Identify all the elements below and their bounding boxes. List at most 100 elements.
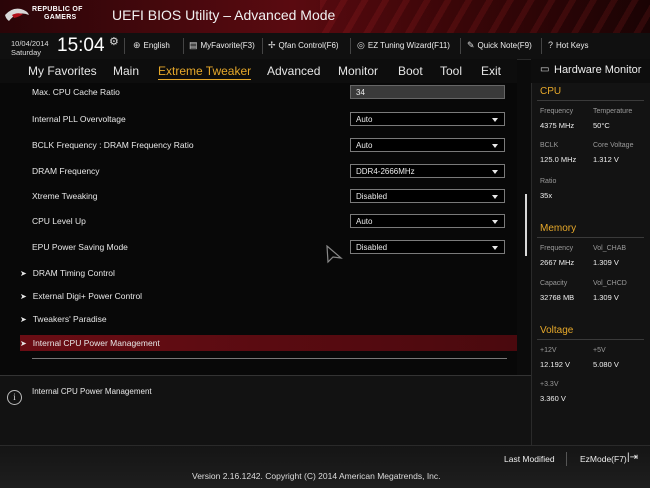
cpu-frequency-value: 4375 MHz bbox=[540, 121, 575, 130]
settings-panel bbox=[0, 83, 517, 375]
vol-chcd-label: Vol_CHCD bbox=[593, 280, 627, 287]
ratio-label: Ratio bbox=[540, 178, 557, 185]
tab-tool[interactable]: Tool bbox=[440, 64, 462, 78]
ez-tuning-wizard-button[interactable]: ◎ EZ Tuning Wizard(F11) bbox=[357, 40, 450, 51]
vol-chab-label: Vol_CHAB bbox=[593, 245, 627, 252]
monitor-icon: ▭ bbox=[540, 64, 550, 75]
globe-icon: ⊕ bbox=[133, 40, 141, 50]
chevron-right-icon: ➤ bbox=[20, 315, 27, 324]
internal-pll-overvoltage-select[interactable]: Auto bbox=[350, 112, 505, 126]
submenu-tweakers-paradise[interactable]: ➤ Tweakers' Paradise bbox=[20, 314, 107, 324]
setting-label: Max. CPU Cache Ratio bbox=[32, 87, 120, 97]
max-cpu-cache-ratio-input[interactable]: 34 bbox=[350, 85, 505, 99]
favorite-icon: ▤ bbox=[189, 40, 198, 50]
chevron-right-icon: ➤ bbox=[20, 339, 27, 348]
submenu-dram-timing-control[interactable]: ➤ DRAM Timing Control bbox=[20, 268, 115, 278]
hardware-monitor-title: Hardware Monitor bbox=[554, 64, 642, 76]
quick-note-button[interactable]: ✎ Quick Note(F9) bbox=[467, 40, 532, 51]
tab-exit[interactable]: Exit bbox=[481, 64, 501, 78]
wizard-icon: ◎ bbox=[357, 40, 365, 50]
rog-logo-icon bbox=[5, 8, 29, 21]
chevron-down-icon bbox=[492, 246, 498, 250]
cpu-temperature-label: Temperature bbox=[593, 108, 633, 115]
date-display: 10/04/2014 bbox=[11, 39, 49, 48]
v12-value: 12.192 V bbox=[540, 360, 571, 369]
submenu-internal-cpu-power-management[interactable]: ➤ Internal CPU Power Management bbox=[20, 338, 160, 348]
tab-boot[interactable]: Boot bbox=[398, 64, 423, 78]
core-voltage-value: 1.312 V bbox=[593, 155, 619, 164]
capacity-value: 32768 MB bbox=[540, 293, 575, 302]
v33-label: +3.3V bbox=[540, 381, 559, 388]
mouse-cursor-icon bbox=[326, 245, 343, 264]
note-icon: ✎ bbox=[467, 40, 475, 50]
separator bbox=[566, 452, 567, 466]
tab-monitor[interactable]: Monitor bbox=[338, 64, 378, 78]
ratio-value: 35x bbox=[540, 191, 553, 200]
dram-frequency-select[interactable]: DDR4-2666MHz bbox=[350, 164, 505, 178]
myfavorite-button[interactable]: ▤ MyFavorite(F3) bbox=[189, 40, 255, 51]
cpu-level-up-select[interactable]: Auto bbox=[350, 214, 505, 228]
memory-frequency-label: Frequency bbox=[540, 245, 574, 252]
setting-label: DRAM Frequency bbox=[32, 166, 100, 176]
hot-keys-button[interactable]: ? Hot Keys bbox=[548, 40, 588, 50]
separator bbox=[124, 38, 125, 54]
chevron-right-icon: ➤ bbox=[20, 269, 27, 278]
cpu-section-heading: CPU bbox=[540, 86, 562, 97]
v5-value: 5.080 V bbox=[593, 360, 619, 369]
info-icon: i bbox=[7, 390, 22, 405]
tab-extreme-tweaker[interactable]: Extreme Tweaker bbox=[158, 64, 252, 80]
setting-label: EPU Power Saving Mode bbox=[32, 242, 128, 252]
footer-bar bbox=[0, 445, 650, 488]
bclk-dram-ratio-select[interactable]: Auto bbox=[350, 138, 505, 152]
setting-label: CPU Level Up bbox=[32, 216, 86, 226]
version-text: Version 2.16.1242. Copyright (C) 2014 Am… bbox=[192, 471, 441, 481]
xtreme-tweaking-select[interactable]: Disabled bbox=[350, 189, 505, 203]
v33-value: 3.360 V bbox=[540, 394, 566, 403]
memory-section-heading: Memory bbox=[540, 223, 577, 234]
fan-icon: ✢ bbox=[268, 40, 276, 50]
ezmode-button[interactable]: EzMode(F7) bbox=[580, 454, 627, 464]
brand-line1: REPUBLIC OF bbox=[32, 6, 83, 13]
chevron-down-icon bbox=[492, 118, 498, 122]
tab-my-favorites[interactable]: My Favorites bbox=[28, 64, 97, 78]
setting-label: Internal PLL Overvoltage bbox=[32, 114, 126, 124]
v5-label: +5V bbox=[593, 347, 606, 354]
help-panel bbox=[0, 375, 531, 446]
last-modified-button[interactable]: Last Modified bbox=[504, 454, 555, 464]
language-button[interactable]: ⊕ English bbox=[133, 40, 170, 51]
tab-advanced[interactable]: Advanced bbox=[267, 64, 320, 78]
gear-icon[interactable]: ⚙ bbox=[109, 35, 119, 48]
chevron-down-icon bbox=[492, 144, 498, 148]
chevron-down-icon bbox=[492, 220, 498, 224]
memory-frequency-value: 2667 MHz bbox=[540, 258, 575, 267]
voltage-section-heading: Voltage bbox=[540, 325, 574, 336]
epu-power-saving-select[interactable]: Disabled bbox=[350, 240, 505, 254]
divider bbox=[537, 339, 644, 340]
v12-label: +12V bbox=[540, 347, 557, 354]
scrollbar[interactable] bbox=[525, 194, 527, 256]
separator bbox=[262, 38, 263, 54]
bclk-value: 125.0 MHz bbox=[540, 155, 577, 164]
cpu-temperature-value: 50°C bbox=[593, 121, 610, 130]
capacity-label: Capacity bbox=[540, 280, 568, 287]
separator bbox=[460, 38, 461, 54]
day-display: Saturday bbox=[11, 48, 42, 57]
chevron-down-icon bbox=[492, 170, 498, 174]
vol-chcd-value: 1.309 V bbox=[593, 293, 619, 302]
header-decoration bbox=[320, 0, 650, 33]
submenu-external-digi-power-control[interactable]: ➤ External Digi+ Power Control bbox=[20, 291, 142, 301]
tab-main[interactable]: Main bbox=[113, 64, 139, 78]
bclk-label: BCLK bbox=[540, 142, 559, 149]
hotkeys-icon: ? bbox=[548, 40, 554, 50]
qfan-control-button[interactable]: ✢ Qfan Control(F6) bbox=[268, 40, 339, 51]
exit-arrow-icon[interactable]: |⇥ bbox=[627, 452, 638, 463]
divider bbox=[537, 100, 644, 101]
chevron-right-icon: ➤ bbox=[20, 292, 27, 301]
brand-line2: GAMERS bbox=[44, 14, 77, 21]
separator bbox=[183, 38, 184, 54]
chevron-down-icon bbox=[492, 195, 498, 199]
setting-label: BCLK Frequency : DRAM Frequency Ratio bbox=[32, 140, 194, 150]
help-text: Internal CPU Power Management bbox=[32, 387, 152, 396]
clock-display[interactable]: 15:04 bbox=[57, 35, 105, 57]
vol-chab-value: 1.309 V bbox=[593, 258, 619, 267]
